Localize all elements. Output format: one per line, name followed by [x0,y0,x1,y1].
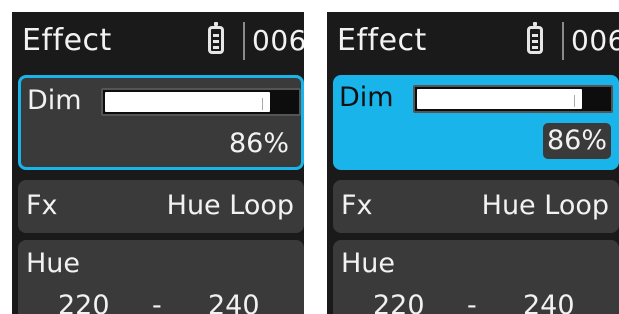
hue-min-value: 220 [373,290,425,314]
dim-slider-handle[interactable] [262,98,263,110]
hue-max-value: 240 [208,290,260,314]
dim-slider[interactable] [413,85,613,113]
battery-icon [208,22,224,54]
fx-label: Fx [341,190,373,221]
device-screen-right: Effect 006 Dim 86% Fx Hue Loop Hue 220 -… [327,12,619,314]
header-divider [243,22,245,60]
hue-range-dash: - [152,290,162,314]
header-divider [562,22,564,60]
hue-card[interactable]: Hue 220 - 240 [18,240,304,314]
dim-value: 86% [228,128,289,159]
dim-card[interactable]: Dim 86% [18,75,304,170]
dim-slider-fill [417,89,582,109]
hue-min-value: 220 [58,290,110,314]
header: Effect 006 [327,12,619,72]
channel-number: 006 [571,24,619,57]
fx-card[interactable]: Fx Hue Loop [333,180,619,233]
fx-value: Hue Loop [481,190,609,221]
dim-card[interactable]: Dim 86% [333,75,619,170]
hue-card[interactable]: Hue 220 - 240 [333,240,619,314]
hue-max-value: 240 [523,290,575,314]
fx-label: Fx [26,190,58,221]
dim-slider[interactable] [101,88,301,116]
dim-slider-handle[interactable] [574,95,575,107]
header: Effect 006 [12,12,304,72]
hue-label: Hue [26,248,81,279]
fx-card[interactable]: Fx Hue Loop [18,180,304,233]
dim-label: Dim [27,85,82,116]
page-title: Effect [22,23,112,58]
device-screen-left: Effect 006 Dim 86% Fx Hue Loop Hue 220 -… [12,12,304,314]
battery-icon [527,22,543,54]
hue-label: Hue [341,248,396,279]
page-title: Effect [337,23,427,58]
dim-slider-fill [105,92,270,112]
fx-value: Hue Loop [166,190,294,221]
hue-range-dash: - [467,290,477,314]
dim-label: Dim [339,82,394,113]
channel-number: 006 [252,24,304,57]
dim-value: 86% [542,123,611,159]
